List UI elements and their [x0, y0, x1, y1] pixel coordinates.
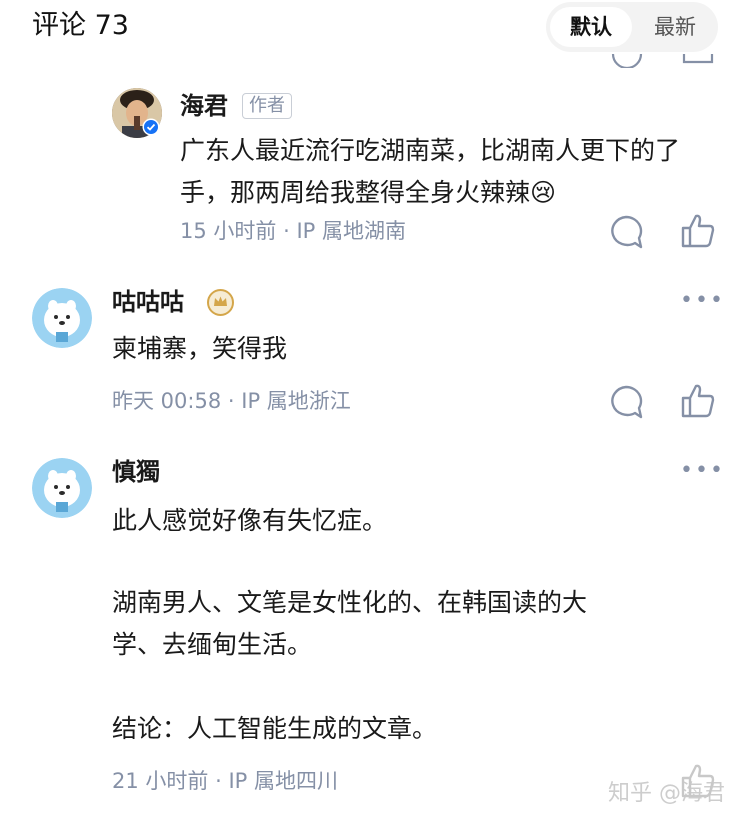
comment-time: 21 小时前 — [112, 769, 209, 793]
watermark: 知乎 @海君 — [608, 781, 725, 806]
comment-text-line: 结论：人工智能生成的文章。 — [112, 714, 438, 743]
sort-latest-tab[interactable]: 最新 — [636, 7, 714, 47]
crying-emoji-icon: 😢 — [530, 178, 557, 207]
comment-text-line: 学、去缅甸生活。 — [112, 630, 313, 659]
comments-title: 评论 73 — [32, 10, 129, 41]
comment-ip: IP 属地四川 — [228, 769, 339, 793]
comment-username[interactable]: 海君 — [180, 90, 228, 122]
comment-text-line: 湖南男人、文笔是女性化的、在韩国读的大 — [112, 588, 588, 617]
avatar[interactable] — [32, 288, 92, 348]
author-badge: 作者 — [242, 93, 292, 119]
comment-text-line: 此人感觉好像有失忆症。 — [112, 506, 388, 535]
meta-separator: · — [227, 389, 235, 413]
crown-badge-icon — [207, 289, 234, 316]
comment-ip: IP 属地浙江 — [241, 389, 351, 413]
comment-time: 昨天 00:58 — [112, 389, 222, 413]
sort-default-tab[interactable]: 默认 — [550, 7, 632, 47]
comment-bubble-icon[interactable] — [610, 54, 644, 68]
meta-separator: · — [215, 769, 222, 793]
thumbs-up-icon[interactable] — [680, 382, 716, 420]
comment-username[interactable]: 咕咕咕 — [112, 286, 184, 318]
comment-username[interactable]: 慎獨 — [112, 456, 160, 488]
meta-separator: · — [283, 219, 290, 243]
comment-text-body: 广东人最近流行吃湖南菜，比湖南人更下的了手，那两周给我整得全身火辣辣 — [180, 136, 681, 207]
avatar[interactable] — [32, 458, 92, 518]
comment-time: 15 小时前 — [180, 219, 277, 243]
comment-ip: IP 属地湖南 — [296, 219, 407, 243]
thumbs-up-icon[interactable] — [682, 54, 714, 68]
comment-meta: 昨天 00:58 · IP 属地浙江 — [112, 387, 351, 415]
verified-badge-icon — [142, 118, 160, 136]
comment-bubble-icon[interactable] — [608, 214, 644, 250]
thumbs-up-icon[interactable] — [680, 212, 716, 250]
comment-meta: 21 小时前 · IP 属地四川 — [112, 767, 338, 795]
more-dots-icon[interactable]: ••• — [680, 288, 725, 313]
comment-text: 柬埔寨，笑得我 — [112, 334, 288, 363]
more-dots-icon[interactable]: ••• — [680, 458, 725, 483]
comment-bubble-icon[interactable] — [608, 384, 644, 420]
comment-text: 广东人最近流行吃湖南菜，比湖南人更下的了手，那两周给我整得全身火辣辣😢 — [180, 130, 700, 214]
sort-toggle: 默认 最新 — [546, 2, 718, 52]
comment-meta: 15 小时前 · IP 属地湖南 — [180, 217, 406, 245]
